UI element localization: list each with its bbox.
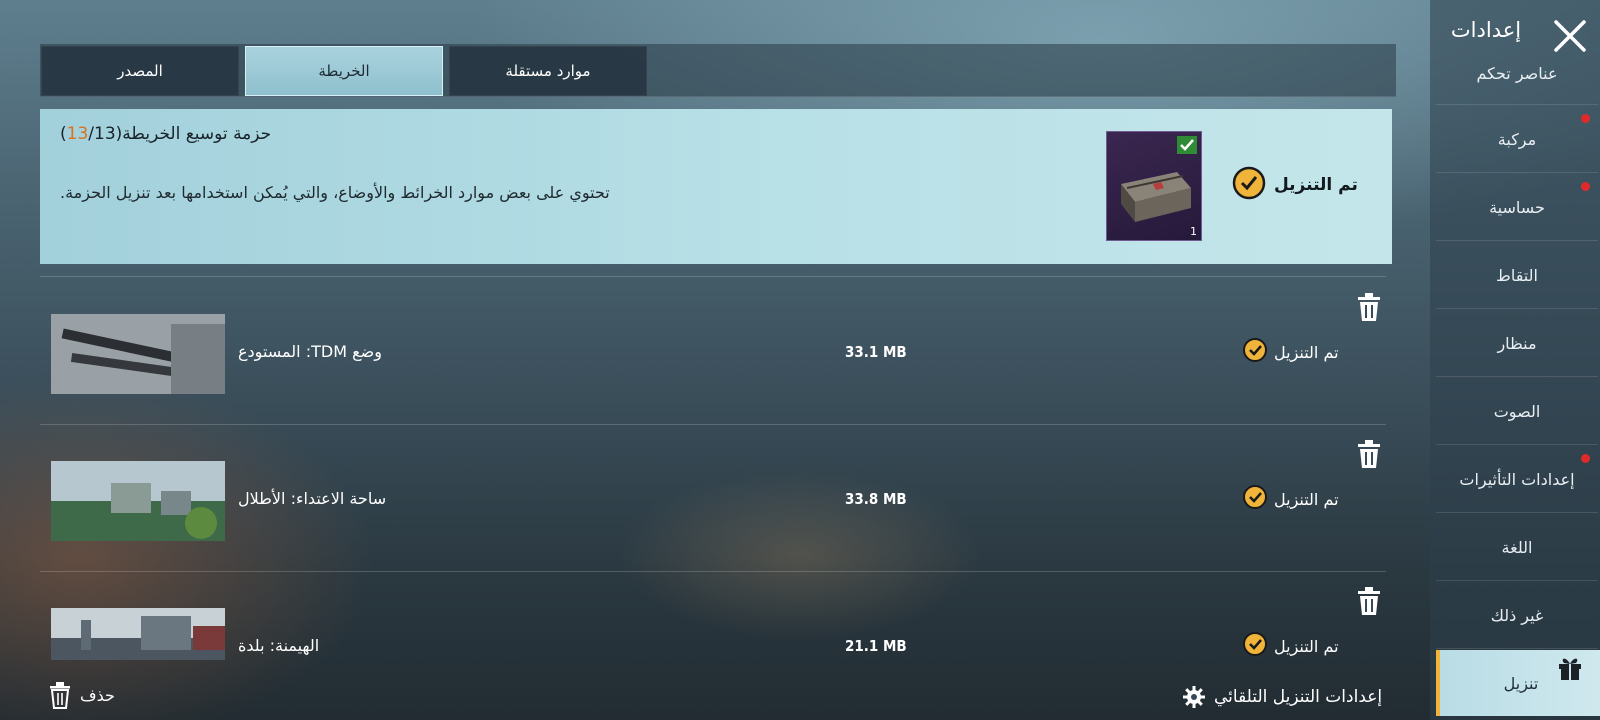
delete-map-button[interactable] bbox=[1356, 439, 1382, 469]
map-status: تم التنزيل bbox=[1242, 632, 1352, 660]
gift-icon bbox=[1556, 654, 1584, 686]
notification-dot bbox=[1581, 182, 1590, 191]
pack-status: تم التنزيل bbox=[1232, 166, 1362, 204]
owned-check-icon bbox=[1177, 136, 1197, 154]
pack-status-label: تم التنزيل bbox=[1274, 175, 1358, 195]
sidebar-item-label: عناصر تحكم bbox=[1476, 63, 1558, 83]
tab-label: المصدر bbox=[117, 62, 163, 80]
sidebar-item-controls[interactable]: عناصر تحكم bbox=[1436, 42, 1598, 105]
settings-title: إعدادات bbox=[1450, 18, 1522, 42]
map-status: تم التنزيل bbox=[1242, 485, 1352, 513]
notification-dot bbox=[1581, 454, 1590, 463]
auto-download-label: إعدادات التنزيل التلقائي bbox=[1214, 687, 1383, 707]
auto-download-settings-button[interactable]: إعدادات التنزيل التلقائي bbox=[1182, 682, 1382, 712]
row-divider bbox=[40, 276, 1386, 277]
pack-description: تحتوي على بعض موارد الخرائط والأوضاع، وا… bbox=[60, 183, 610, 202]
map-title: الهيمنة: بلدة bbox=[238, 636, 320, 655]
pack-title: حزمة توسيع الخريطة(13/13) bbox=[60, 124, 271, 144]
downloaded-check-icon bbox=[1232, 166, 1266, 204]
gear-icon bbox=[1183, 686, 1205, 708]
row-divider bbox=[40, 424, 1386, 425]
notification-dot bbox=[1581, 114, 1590, 123]
map-size: 21.1 MB bbox=[845, 637, 907, 655]
row-divider bbox=[40, 571, 1386, 572]
map-status-label: تم التنزيل bbox=[1274, 342, 1339, 362]
delete-label: حذف bbox=[80, 685, 115, 705]
trash-icon bbox=[50, 682, 70, 709]
map-status: تم التنزيل bbox=[1242, 338, 1352, 366]
sidebar-item-label: حساسية bbox=[1489, 197, 1545, 217]
sidebar-item-label: إعدادات التأثيرات bbox=[1459, 469, 1575, 489]
tab-label: موارد مستقلة bbox=[505, 62, 591, 80]
map-size: 33.8 MB bbox=[845, 490, 907, 508]
map-size: 33.1 MB bbox=[845, 343, 907, 361]
tab-label: الخريطة bbox=[318, 62, 370, 80]
tab-standalone-resources[interactable]: موارد مستقلة bbox=[449, 46, 647, 96]
pack-item-count: 1 bbox=[1190, 225, 1197, 238]
sidebar-item-label: منظار bbox=[1497, 333, 1537, 353]
trash-icon bbox=[1358, 587, 1380, 615]
tab-map[interactable]: الخريطة bbox=[245, 46, 443, 96]
sidebar-item-sensitivity[interactable]: حساسية bbox=[1436, 174, 1598, 241]
map-status-label: تم التنزيل bbox=[1274, 636, 1339, 656]
sidebar-item-label: مركبة bbox=[1497, 129, 1537, 149]
map-thumbnail-ruins bbox=[51, 461, 225, 541]
downloaded-check-icon bbox=[1242, 484, 1268, 514]
map-status-label: تم التنزيل bbox=[1274, 489, 1339, 509]
downloaded-check-icon bbox=[1242, 337, 1268, 367]
map-title: ساحة الاعتداء: الأطلال bbox=[238, 489, 387, 508]
sidebar-item-vehicle[interactable]: مركبة bbox=[1436, 106, 1598, 173]
delete-map-button[interactable] bbox=[1356, 292, 1382, 322]
sidebar-item-label: التقاط bbox=[1496, 265, 1538, 285]
delete-all-button[interactable]: حذف bbox=[48, 680, 115, 710]
sidebar-item-language[interactable]: اللغة bbox=[1436, 514, 1598, 581]
sidebar-item-label: الصوت bbox=[1493, 401, 1541, 421]
delete-map-button[interactable] bbox=[1356, 586, 1382, 616]
sidebar-item-pickup[interactable]: التقاط bbox=[1436, 242, 1598, 309]
sidebar-item-label: تنزيل bbox=[1503, 673, 1539, 693]
sidebar-item-effects[interactable]: إعدادات التأثيرات bbox=[1436, 446, 1598, 513]
trash-icon bbox=[1358, 440, 1380, 468]
map-thumbnail-town bbox=[51, 608, 225, 660]
downloaded-check-icon bbox=[1242, 631, 1268, 661]
trash-icon bbox=[1358, 293, 1380, 321]
sidebar-item-label: اللغة bbox=[1501, 537, 1533, 557]
map-title: وضع TDM: المستودع bbox=[238, 342, 382, 361]
sidebar-item-label: غير ذلك bbox=[1490, 605, 1544, 625]
tab-source[interactable]: المصدر bbox=[41, 46, 239, 96]
pack-downloaded-count: 13 bbox=[66, 124, 89, 144]
pack-title-text: حزمة توسيع الخريطة( bbox=[115, 124, 272, 144]
tab-bar bbox=[40, 44, 1396, 97]
map-thumbnail-warehouse bbox=[51, 314, 225, 394]
sidebar-item-other[interactable]: غير ذلك bbox=[1436, 582, 1598, 649]
pack-item-thumbnail: 1 bbox=[1106, 131, 1202, 241]
sidebar-item-download[interactable]: تنزيل bbox=[1436, 650, 1600, 716]
sidebar-item-audio[interactable]: الصوت bbox=[1436, 378, 1598, 445]
sidebar-item-scope[interactable]: منظار bbox=[1436, 310, 1598, 377]
